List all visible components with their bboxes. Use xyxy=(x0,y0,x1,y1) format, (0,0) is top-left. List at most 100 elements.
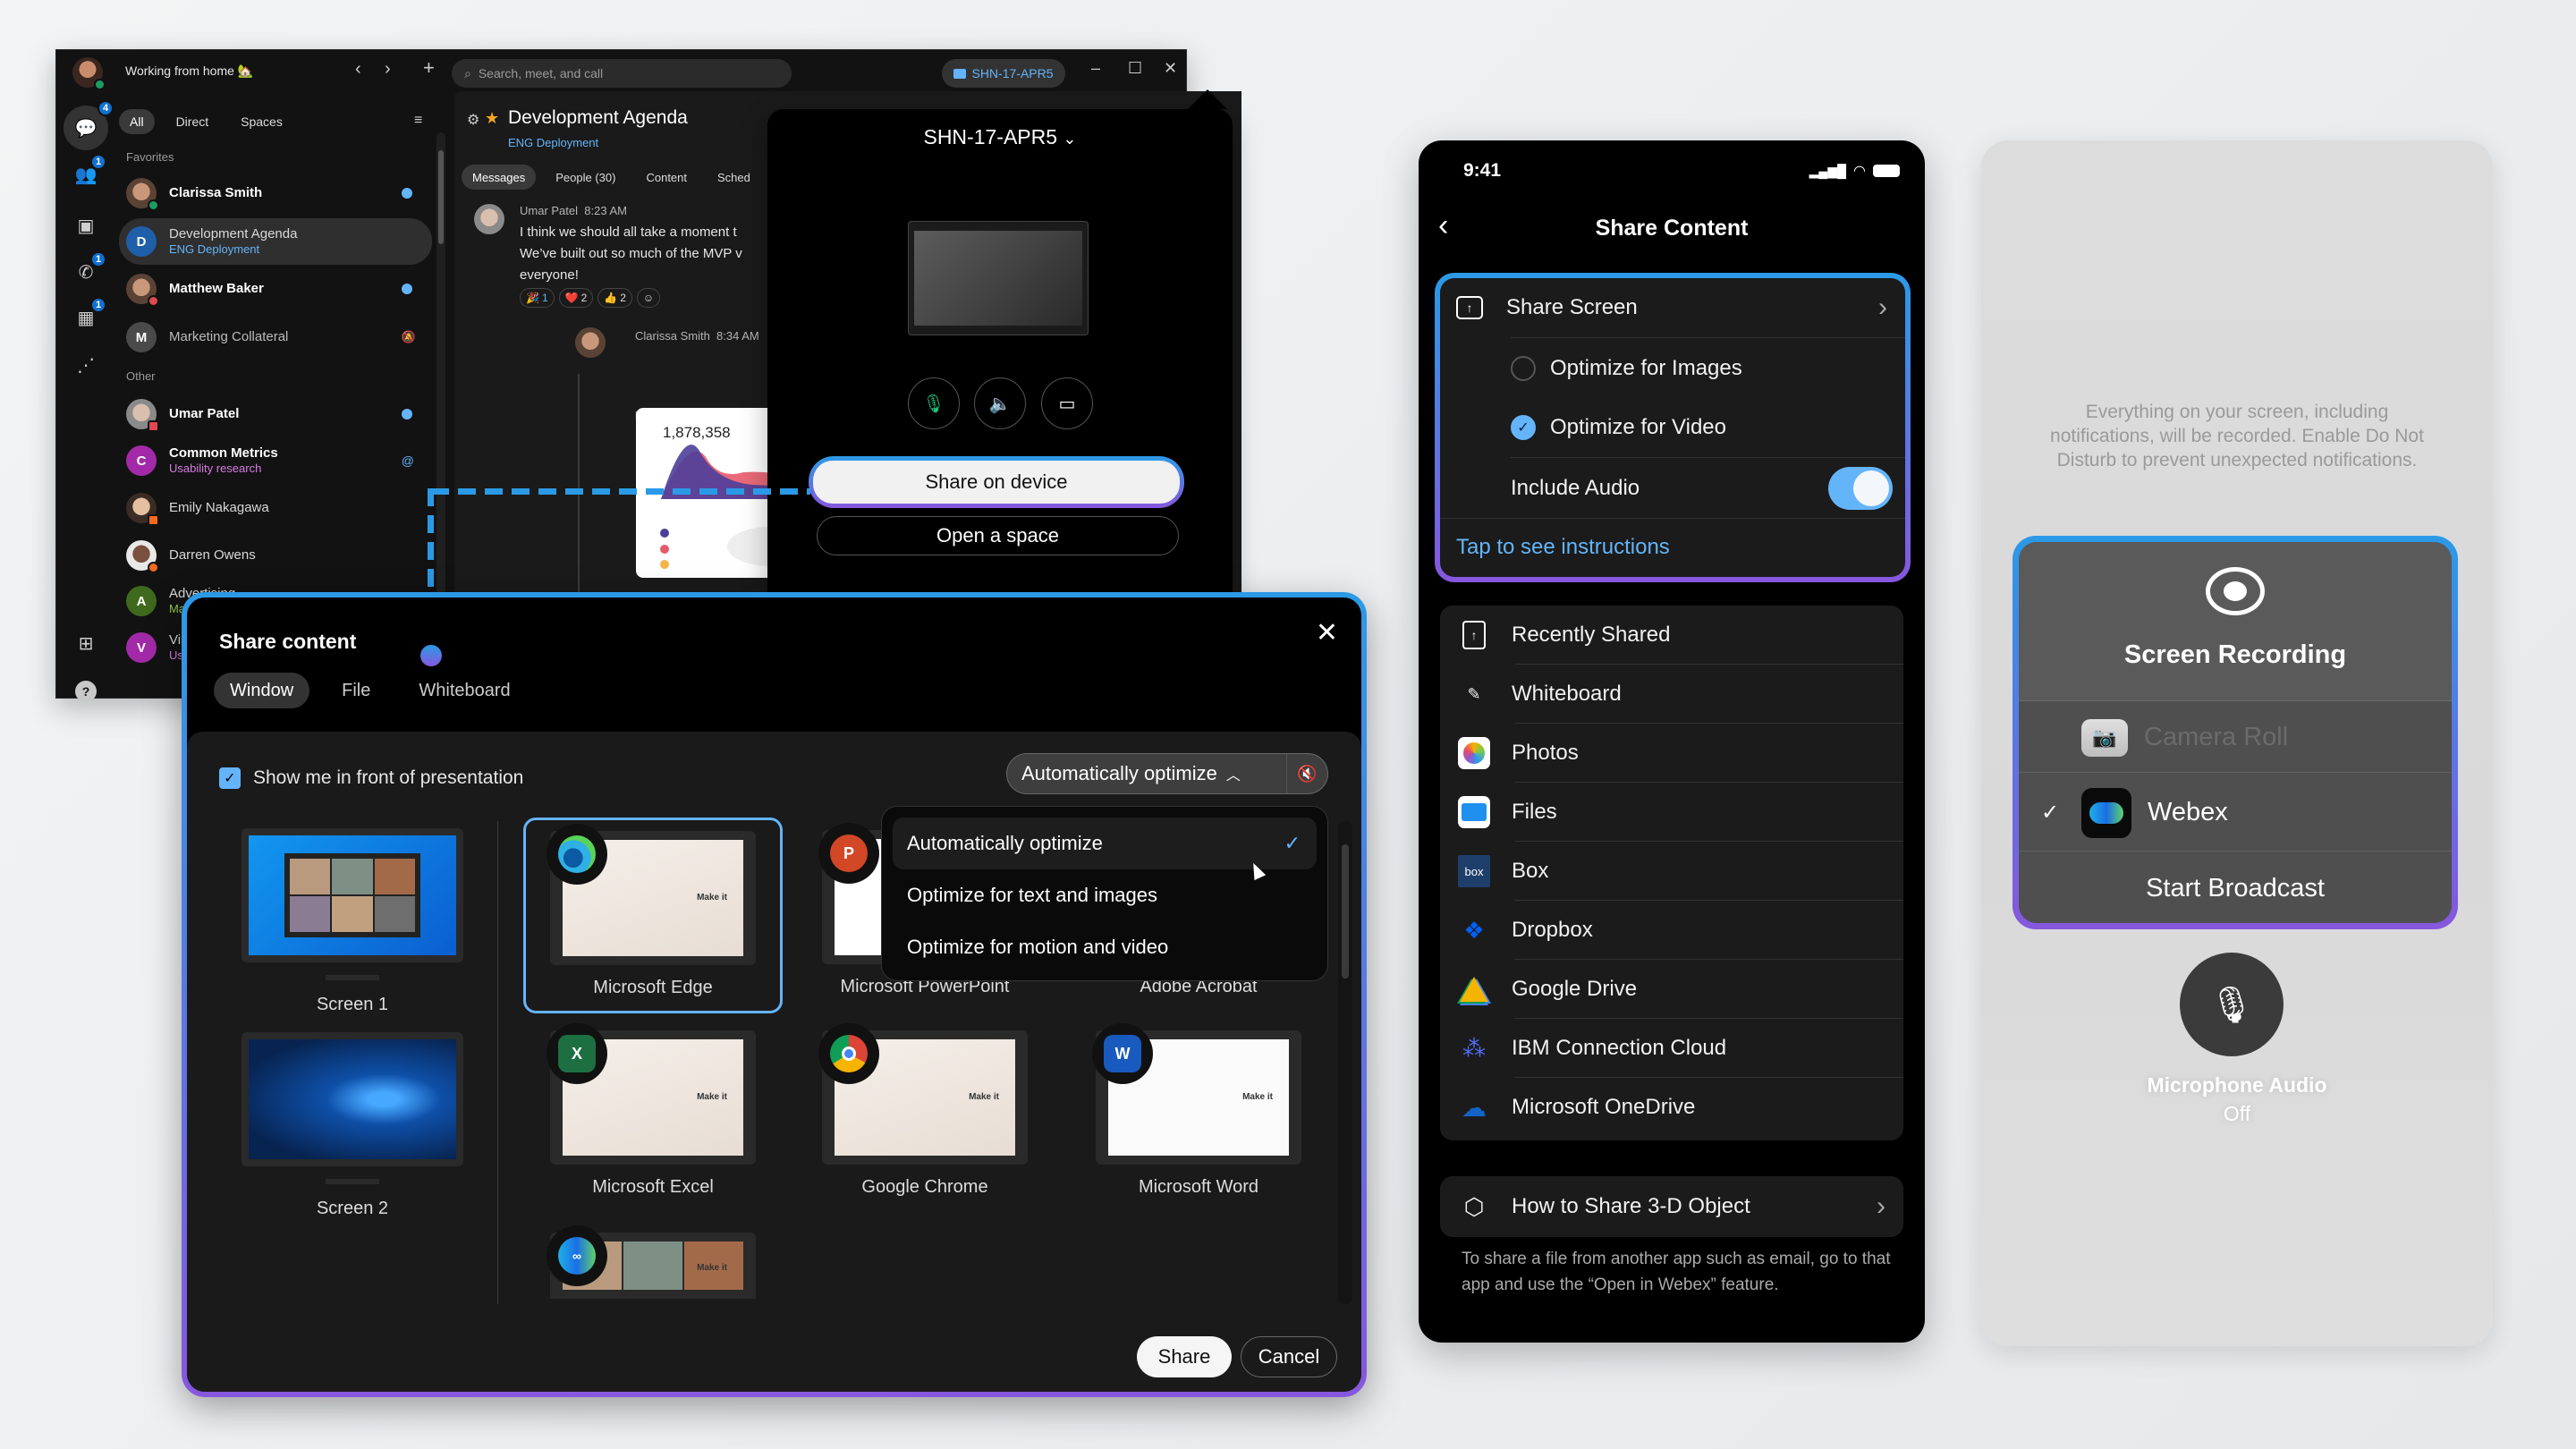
conversation-item-selected[interactable]: D Development Agenda ENG Deployment xyxy=(119,218,432,265)
option-webex[interactable]: ✓ Webex xyxy=(2019,775,2452,852)
source-item[interactable]: ❖ Dropbox xyxy=(1440,901,1903,960)
audio-muted-icon[interactable]: 🔇 xyxy=(1286,754,1327,793)
messaging-icon[interactable]: 💬 4 xyxy=(64,100,114,150)
how-to-3d-row[interactable]: ⬡ How to Share 3-D Object › xyxy=(1440,1176,1903,1237)
conversation-item[interactable]: Matthew Baker xyxy=(119,267,432,311)
unread-badge: 1 xyxy=(90,251,106,267)
cube-icon: ⬡ xyxy=(1463,1192,1485,1220)
source-item[interactable]: Files xyxy=(1440,783,1903,842)
unread-dot-icon xyxy=(402,188,412,199)
tab-file[interactable]: File xyxy=(326,673,386,708)
app-window-tile[interactable]: Google Chrome xyxy=(795,1023,1055,1198)
space-subtitle[interactable]: ENG Deployment xyxy=(508,136,598,149)
option-camera-roll[interactable]: 📷 Camera Roll xyxy=(2019,703,2452,773)
connected-device-pill[interactable]: SHN-17-APR5 xyxy=(942,59,1065,88)
source-item[interactable]: ☁ Microsoft OneDrive xyxy=(1440,1078,1903,1137)
search-input[interactable]: ⌕ Search, meet, and call xyxy=(452,59,792,88)
tiles-scrollbar[interactable] xyxy=(1338,821,1352,1304)
help-icon[interactable]: ? xyxy=(75,681,97,702)
section-other: Other xyxy=(126,369,156,383)
ibm-connection-icon: ⁂ xyxy=(1462,1034,1486,1062)
device-volume-button[interactable]: 🔈 xyxy=(974,377,1026,429)
tab-window[interactable]: Window xyxy=(214,673,310,708)
tab-whiteboard[interactable]: Whiteboard xyxy=(402,673,526,708)
calendar-icon[interactable]: ▦ 1 xyxy=(71,297,106,333)
cancel-button[interactable]: Cancel xyxy=(1241,1336,1337,1377)
conversation-item[interactable]: M Marketing Collateral 🔕 xyxy=(119,315,432,360)
app-window-tile[interactable]: X Microsoft Excel xyxy=(523,1023,783,1198)
app-window-tile-selected[interactable]: Microsoft Edge xyxy=(523,818,783,1013)
source-item[interactable]: box Box xyxy=(1440,842,1903,901)
conversation-list-scrollbar[interactable] xyxy=(436,132,445,633)
device-camera-button[interactable]: ▭ xyxy=(1041,377,1093,429)
menu-item-auto-optimize[interactable]: Automatically optimize ✓ xyxy=(893,818,1317,869)
optimize-dropdown[interactable]: Automatically optimize ︿ 🔇 xyxy=(1006,753,1328,794)
tab-content[interactable]: Content xyxy=(635,165,698,190)
include-audio-toggle[interactable] xyxy=(1828,467,1893,510)
teams-icon[interactable]: 👥 1 xyxy=(71,154,106,190)
status-message[interactable]: Working from home 🏡 xyxy=(125,64,253,79)
filter-all[interactable]: All xyxy=(119,109,155,134)
show-me-checkbox[interactable]: ✓ Show me in front of presentation xyxy=(219,767,523,789)
conversation-item[interactable]: Umar Patel xyxy=(119,392,432,436)
my-avatar[interactable] xyxy=(72,57,106,90)
conversation-item[interactable]: Emily Nakagawa xyxy=(119,486,432,530)
share-screen-row[interactable]: ↑ Share Screen › xyxy=(1440,278,1905,337)
maximize-button[interactable]: ☐ xyxy=(1128,59,1142,78)
tab-schedule[interactable]: Sched xyxy=(707,165,761,190)
camera-app-icon: 📷 xyxy=(2081,718,2128,757)
in-meeting-icon xyxy=(148,514,159,526)
device-microphone-button[interactable]: 🎙 xyxy=(908,377,960,429)
calling-icon[interactable]: ✆ 1 xyxy=(71,251,106,287)
excel-icon: X xyxy=(547,1023,607,1084)
source-item[interactable]: ⁂ IBM Connection Cloud xyxy=(1440,1019,1903,1078)
source-item[interactable]: Photos xyxy=(1440,724,1903,783)
conversation-item[interactable]: Darren Owens xyxy=(119,533,432,578)
source-item[interactable]: ✎ Whiteboard xyxy=(1440,665,1903,724)
files-icon xyxy=(1458,796,1490,828)
contacts-icon[interactable]: ▣ xyxy=(71,210,101,241)
filter-menu-icon[interactable]: ≡ xyxy=(414,113,422,129)
instructions-link[interactable]: Tap to see instructions xyxy=(1440,520,1905,575)
back-arrow-icon[interactable]: ‹ xyxy=(355,59,361,80)
workflow-icon[interactable]: ⋰ xyxy=(71,350,101,380)
start-broadcast-button[interactable]: Start Broadcast xyxy=(2019,853,2452,923)
screen-tile[interactable]: Screen 1 xyxy=(223,828,482,1015)
forward-arrow-icon[interactable]: › xyxy=(385,59,391,80)
add-apps-icon[interactable]: ⊞ xyxy=(71,628,101,658)
add-reaction-icon[interactable]: ☺ xyxy=(636,288,661,308)
source-item[interactable]: ↑ Recently Shared xyxy=(1440,606,1903,665)
avatar: M xyxy=(126,322,157,352)
conversation-item[interactable]: Clarissa Smith xyxy=(119,171,432,216)
reaction-chip[interactable]: ❤️ 2 xyxy=(558,288,594,308)
minimize-button[interactable]: – xyxy=(1091,59,1100,78)
optimize-images-radio[interactable]: Optimize for Images xyxy=(1440,339,1905,398)
device-selector[interactable]: SHN-17-APR5 ⌄ xyxy=(767,125,1233,149)
avatar: V xyxy=(126,632,157,663)
share-button[interactable]: Share xyxy=(1137,1336,1232,1377)
close-icon[interactable]: ✕ xyxy=(1316,617,1338,648)
microphone-audio-button[interactable]: 🎙 xyxy=(2180,953,2284,1056)
open-space-button[interactable]: Open a space xyxy=(817,516,1179,555)
filter-spaces[interactable]: Spaces xyxy=(230,109,293,134)
screen-tile[interactable]: Screen 2 xyxy=(223,1032,482,1219)
filter-direct[interactable]: Direct xyxy=(165,109,220,134)
connector-line xyxy=(431,488,810,495)
close-window-button[interactable]: ✕ xyxy=(1164,59,1177,78)
unread-badge: 1 xyxy=(90,297,106,313)
avatar xyxy=(474,204,504,234)
optimize-video-radio[interactable]: ✓ Optimize for Video xyxy=(1440,398,1905,457)
menu-item-motion-video[interactable]: Optimize for motion and video xyxy=(893,921,1317,973)
app-window-tile[interactable]: W Microsoft Word xyxy=(1069,1023,1328,1198)
search-icon: ⌕ xyxy=(464,65,471,80)
reaction-chip[interactable]: 👍 2 xyxy=(597,288,632,308)
add-icon[interactable]: + xyxy=(423,56,435,80)
conversation-item[interactable]: C Common Metrics Usability research @ xyxy=(119,438,432,483)
tab-messages[interactable]: Messages xyxy=(462,165,537,190)
reaction-chip[interactable]: 🎉 1 xyxy=(520,288,555,308)
settings-gear-icon[interactable]: ⚙ xyxy=(467,111,479,129)
app-window-tile[interactable]: ∞ xyxy=(523,1225,783,1304)
share-on-device-button[interactable]: Share on device xyxy=(813,461,1180,504)
source-item[interactable]: Google Drive xyxy=(1440,960,1903,1019)
tab-people[interactable]: People (30) xyxy=(545,165,626,190)
